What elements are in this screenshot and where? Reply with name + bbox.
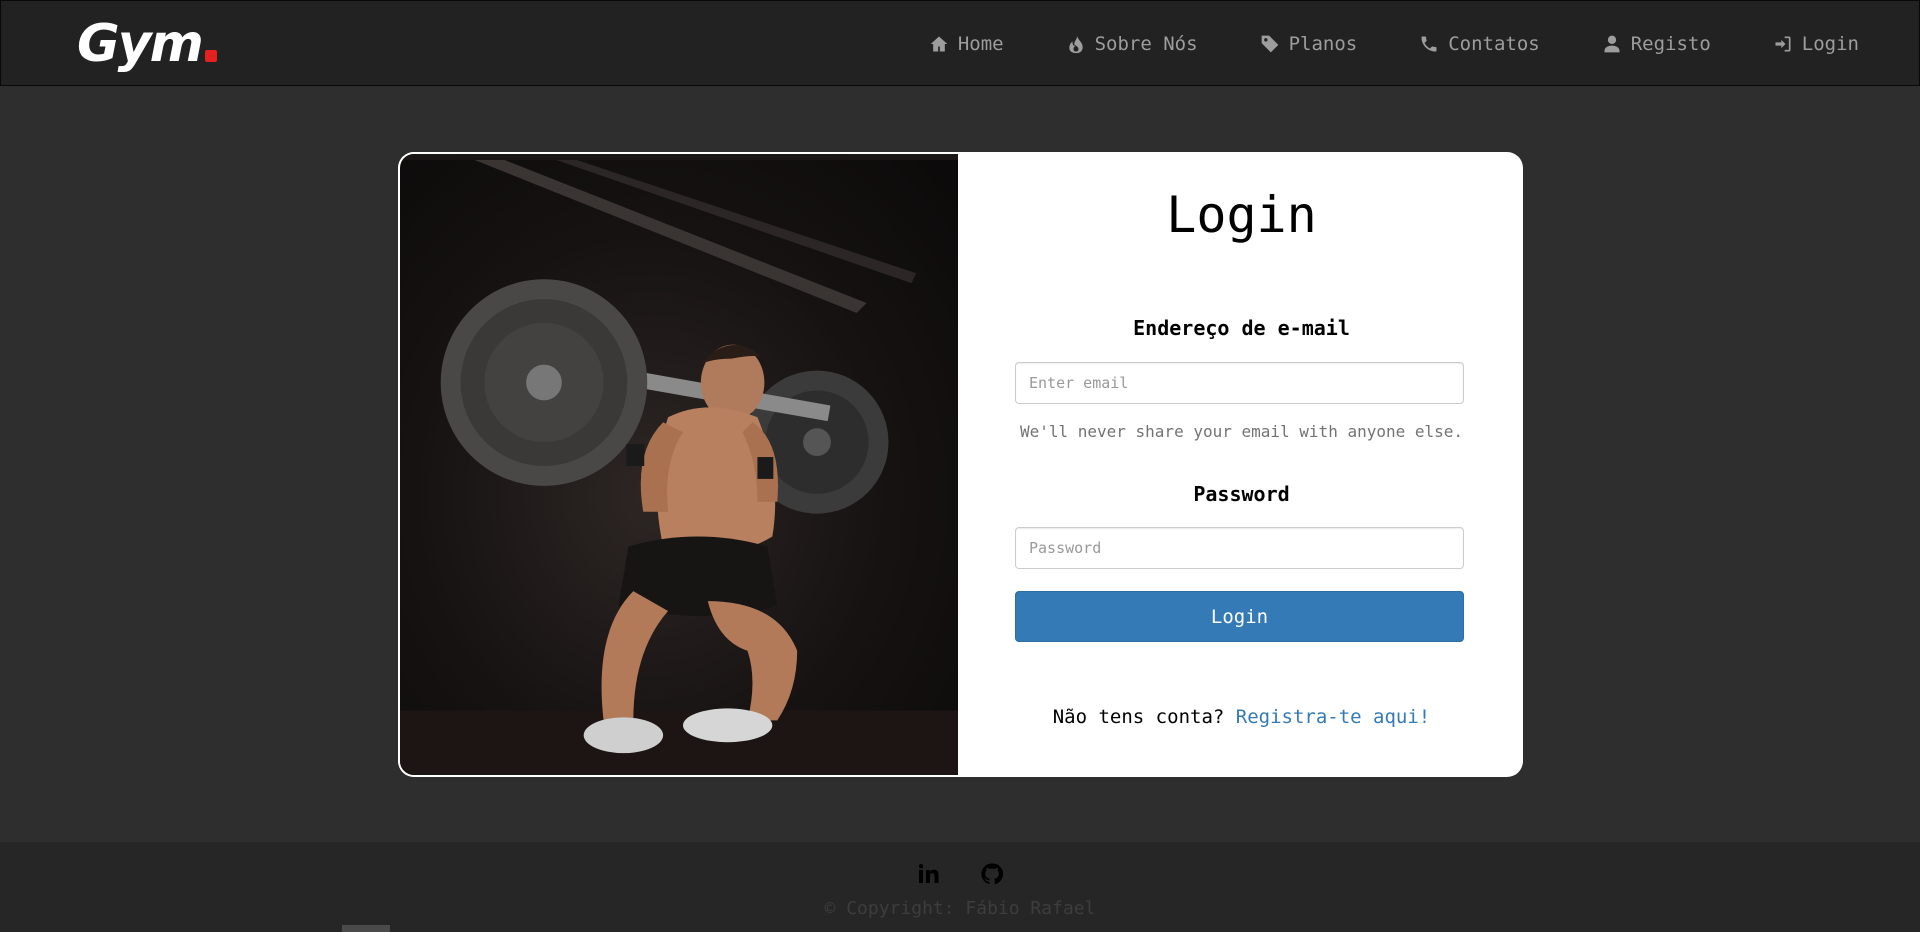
gym-photo xyxy=(398,152,960,777)
login-button[interactable]: Login xyxy=(1015,591,1464,642)
login-title: Login xyxy=(1166,186,1317,244)
copyright-text: © Copyright: Fábio Rafael xyxy=(824,898,1096,919)
nav-item-contatos[interactable]: Contatos xyxy=(1419,33,1540,55)
fire-icon xyxy=(1068,35,1083,54)
phone-icon xyxy=(1421,36,1437,52)
nav-item-home[interactable]: Home xyxy=(929,33,1004,55)
user-icon xyxy=(1604,35,1620,53)
home-icon xyxy=(930,36,948,52)
nav-item-label: Planos xyxy=(1288,33,1358,55)
linkedin-icon[interactable] xyxy=(916,862,940,886)
email-field[interactable] xyxy=(1015,362,1464,404)
brand-name: Gym xyxy=(77,14,204,74)
nav-item-label: Login xyxy=(1801,33,1859,55)
nav-item-registo[interactable]: Registo xyxy=(1602,33,1711,55)
nav-item-label: Contatos xyxy=(1448,33,1540,55)
login-form: Login Endereço de e-mail We'll never sha… xyxy=(960,152,1523,777)
brand-dot xyxy=(204,50,217,62)
nav-item-sobre-nos[interactable]: Sobre Nós xyxy=(1066,33,1198,55)
email-label: Endereço de e-mail xyxy=(1133,316,1350,340)
signup-prompt: Não tens conta? Registra-te aqui! xyxy=(960,706,1523,728)
email-help-text: We'll never share your email with anyone… xyxy=(1019,422,1464,441)
nav-item-login[interactable]: Login xyxy=(1773,33,1859,55)
brand-logo[interactable]: Gym xyxy=(77,11,217,77)
nav-item-label: Registo xyxy=(1630,33,1711,55)
nav-item-label: Home xyxy=(957,33,1004,55)
log-in-icon xyxy=(1775,36,1791,52)
nav-item-planos[interactable]: Planos xyxy=(1260,33,1358,55)
password-field[interactable] xyxy=(1015,527,1464,569)
signup-prompt-text: Não tens conta? xyxy=(1052,706,1225,728)
nav-item-label: Sobre Nós xyxy=(1094,33,1198,55)
navbar: Gym Home Sobre Nós Planos Contatos Regis… xyxy=(0,0,1920,86)
main-nav: Home Sobre Nós Planos Contatos Registo L… xyxy=(929,1,1859,87)
footer: © Copyright: Fábio Rafael xyxy=(0,842,1920,932)
password-label: Password xyxy=(1193,482,1290,506)
social-links xyxy=(0,862,1920,886)
tag-icon xyxy=(1261,35,1278,53)
weightlifter-illustration xyxy=(400,154,958,775)
signup-link[interactable]: Registra-te aqui! xyxy=(1236,706,1430,728)
back-to-top-button[interactable] xyxy=(342,925,390,932)
login-card: Login Endereço de e-mail We'll never sha… xyxy=(398,152,1523,777)
github-icon[interactable] xyxy=(980,862,1004,886)
